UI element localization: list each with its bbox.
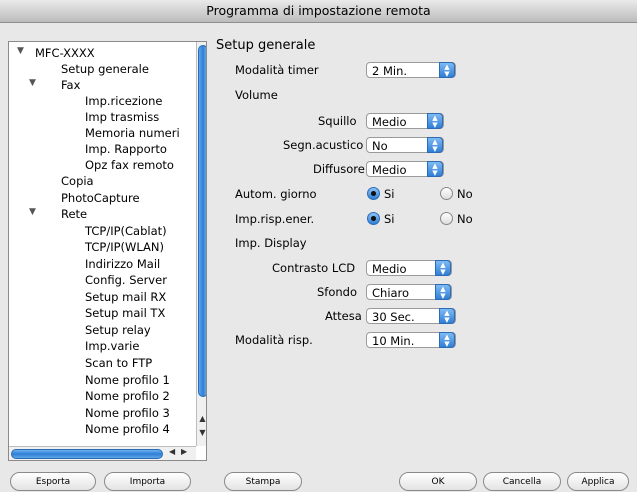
tree-item-nome-profilo-4[interactable]: Nome profilo 4 [85, 421, 170, 437]
diffusore-select[interactable]: Medio ▲ ▼ [366, 161, 444, 177]
imp-risp-ener-si-radio[interactable] [367, 212, 380, 225]
attesa-label: Attesa [325, 309, 362, 323]
tree-item-indirizzo-mail[interactable]: Indirizzo Mail [85, 256, 160, 272]
select-value: Medio [372, 262, 407, 276]
tree-horizontal-scrollbar[interactable]: ◀ ▶ [9, 446, 196, 460]
select-value: Medio [372, 163, 407, 177]
select-arrows-icon: ▲ ▼ [427, 137, 443, 153]
cancella-button[interactable]: Cancella [483, 472, 561, 491]
tree-item-setup-relay[interactable]: Setup relay [85, 322, 151, 338]
tree-item-nome-profilo-3[interactable]: Nome profilo 3 [85, 405, 170, 421]
sfondo-select[interactable]: Chiaro ▲ ▼ [366, 284, 452, 300]
squillo-label: Squillo [318, 114, 357, 128]
select-arrows-icon: ▲ ▼ [435, 284, 451, 300]
modalita-timer-label: Modalità timer [235, 63, 319, 77]
select-value: Chiaro [372, 286, 410, 300]
scroll-up-icon[interactable]: ▲ [198, 414, 206, 423]
importa-button[interactable]: Importa [104, 472, 191, 491]
tree-item-photocapture[interactable]: PhotoCapture [61, 190, 140, 206]
modalita-risp-select[interactable]: 10 Min. ▲ ▼ [366, 332, 456, 348]
select-arrows-icon: ▲ ▼ [427, 161, 443, 177]
select-value: 10 Min. [372, 334, 415, 348]
tree-item-root[interactable]: MFC-XXXX [35, 45, 95, 61]
volume-heading: Volume [235, 88, 278, 102]
tree-item-imp-rapporto[interactable]: Imp. Rapporto [85, 141, 167, 157]
settings-tree[interactable]: ▼ MFC-XXXX Setup generale ▼ Fax Imp.rice… [8, 41, 207, 461]
modalita-timer-select[interactable]: 2 Min. ▲ ▼ [366, 62, 456, 78]
imp-risp-ener-no-label[interactable]: No [457, 212, 473, 226]
autom-giorno-no-radio[interactable] [440, 187, 453, 200]
tree-item-setup-generale[interactable]: Setup generale [61, 61, 149, 77]
vertical-scroll-thumb[interactable] [198, 45, 206, 397]
attesa-select[interactable]: 30 Sec. ▲ ▼ [366, 308, 456, 324]
tree-item-nome-profilo-1[interactable]: Nome profilo 1 [85, 372, 170, 388]
imp-risp-ener-si-label[interactable]: Si [384, 212, 395, 226]
autom-giorno-si-radio[interactable] [367, 187, 380, 200]
ok-button[interactable]: OK [399, 472, 477, 491]
contrasto-lcd-select[interactable]: Medio ▲ ▼ [366, 260, 452, 276]
tree-item-setup-mail-rx[interactable]: Setup mail RX [85, 289, 166, 305]
window-title: Programma di impostazione remota [0, 0, 637, 23]
tree-item-scan-to-ftp[interactable]: Scan to FTP [85, 355, 152, 371]
tree-item-imp-trasmiss[interactable]: Imp trasmiss [85, 109, 159, 125]
diffusore-label: Diffusore [313, 162, 365, 176]
horizontal-scroll-thumb[interactable] [11, 449, 163, 459]
squillo-select[interactable]: Medio ▲ ▼ [366, 113, 444, 129]
segn-acustico-select[interactable]: No ▲ ▼ [366, 137, 444, 153]
scroll-down-icon[interactable]: ▼ [198, 428, 206, 437]
tree-item-imp-ricezione[interactable]: Imp.ricezione [85, 93, 163, 109]
select-arrows-icon: ▲ ▼ [439, 332, 455, 348]
imp-risp-ener-label: Imp.risp.ener. [235, 212, 315, 226]
segn-acustico-label: Segn.acustico [283, 138, 364, 152]
tree-item-config-server[interactable]: Config. Server [85, 272, 167, 288]
tree-item-imp-varie[interactable]: Imp.varie [85, 338, 139, 354]
select-arrows-icon: ▲ ▼ [439, 308, 455, 324]
select-value: 30 Sec. [372, 310, 415, 324]
disclosure-open-icon[interactable]: ▼ [29, 78, 36, 88]
autom-giorno-no-label[interactable]: No [457, 187, 473, 201]
tree-item-memoria-numeri[interactable]: Memoria numeri [85, 125, 180, 141]
sfondo-label: Sfondo [317, 285, 358, 299]
select-arrows-icon: ▲ ▼ [435, 260, 451, 276]
tree-item-fax[interactable]: Fax [61, 77, 80, 93]
autom-giorno-si-label[interactable]: Si [384, 187, 395, 201]
section-title: Setup generale [216, 38, 316, 53]
settings-window: ▼ MFC-XXXX Setup generale ▼ Fax Imp.rice… [0, 23, 637, 491]
select-arrows-icon: ▲ ▼ [427, 113, 443, 129]
select-value: Medio [372, 115, 407, 129]
tree-item-tcpip-cablat[interactable]: TCP/IP(Cablat) [85, 223, 167, 239]
tree-item-tcpip-wlan[interactable]: TCP/IP(WLAN) [85, 239, 164, 255]
select-arrows-icon: ▲ ▼ [439, 62, 455, 78]
select-value: No [372, 139, 388, 153]
select-value: 2 Min. [372, 64, 408, 78]
disclosure-open-icon[interactable]: ▼ [17, 46, 24, 56]
contrasto-lcd-label: Contrasto LCD [272, 261, 356, 275]
imp-display-heading: Imp. Display [235, 236, 307, 250]
modalita-risp-label: Modalità risp. [235, 333, 313, 347]
tree-item-opz-fax-remoto[interactable]: Opz fax remoto [85, 157, 174, 173]
tree-item-nome-profilo-2[interactable]: Nome profilo 2 [85, 388, 170, 404]
scroll-right-icon[interactable]: ▶ [181, 447, 187, 456]
scroll-left-icon[interactable]: ◀ [169, 447, 175, 456]
applica-button[interactable]: Applica [567, 472, 629, 491]
stampa-button[interactable]: Stampa [224, 472, 302, 491]
esporta-button[interactable]: Esporta [10, 472, 96, 491]
tree-item-setup-mail-tx[interactable]: Setup mail TX [85, 305, 165, 321]
disclosure-open-icon[interactable]: ▼ [29, 207, 36, 217]
tree-vertical-scrollbar[interactable]: ▲ ▼ [196, 42, 206, 446]
tree-item-rete[interactable]: Rete [61, 206, 87, 222]
tree-item-copia[interactable]: Copia [61, 173, 94, 189]
imp-risp-ener-no-radio[interactable] [440, 212, 453, 225]
autom-giorno-label: Autom. giorno [235, 187, 317, 201]
